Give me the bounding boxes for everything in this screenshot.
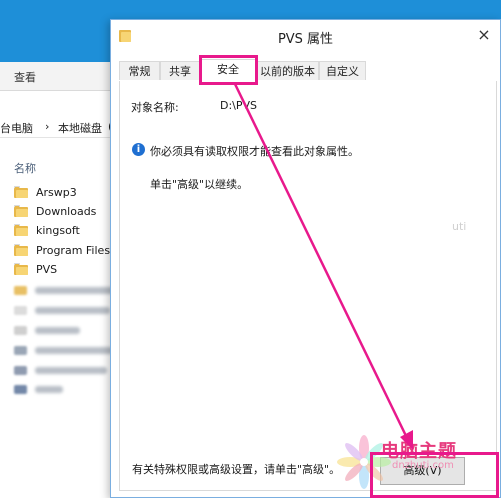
blurred-folder-icon: [14, 285, 27, 295]
highlight-security-tab: [199, 55, 258, 85]
blurred-list-item[interactable]: [14, 345, 113, 355]
folder-icon: [14, 263, 28, 275]
breadcrumb-this-pc[interactable]: 台电脑: [0, 120, 33, 136]
close-icon[interactable]: ×: [476, 27, 492, 43]
folder-name: kingsoft: [36, 224, 80, 237]
dialog-titlebar[interactable]: PVS 属性 ×: [111, 20, 500, 53]
tab-previous-versions[interactable]: 以前的版本: [256, 61, 319, 80]
blurred-icon: [14, 345, 27, 355]
object-name-label: 对象名称:: [131, 101, 179, 114]
blurred-text: [35, 326, 80, 334]
highlight-advanced-button: [370, 452, 499, 498]
folder-name: PVS: [36, 263, 58, 276]
blurred-text: [35, 286, 115, 294]
blurred-icon: [14, 384, 27, 394]
list-item-folder-selected[interactable]: PVS: [14, 260, 124, 279]
object-name-value: D:\PVS: [220, 99, 258, 112]
tab-customize[interactable]: 自定义: [319, 61, 366, 80]
folder-name: Downloads: [36, 205, 97, 218]
blurred-icon: [14, 305, 27, 315]
blurred-text: [35, 306, 110, 314]
folder-name: Program Files: [36, 244, 111, 257]
list-item-folder[interactable]: kingsoft: [14, 221, 124, 240]
tab-strip: 常规 共享 安全 以前的版本 自定义: [119, 59, 497, 82]
breadcrumb-separator: ›: [45, 120, 50, 133]
blurred-list-item[interactable]: [14, 365, 107, 375]
folder-icon: [14, 205, 28, 217]
column-header-name[interactable]: 名称: [14, 160, 36, 176]
list-item-folder[interactable]: Program Files: [14, 241, 124, 260]
folder-icon: [14, 186, 28, 198]
info-icon: i: [132, 143, 145, 156]
breadcrumb-local-disk[interactable]: 本地磁盘: [58, 120, 102, 136]
tab-sharing[interactable]: 共享: [160, 61, 200, 80]
blurred-list-item[interactable]: [14, 325, 80, 335]
blurred-icon: [14, 365, 27, 375]
permission-message: 你必须具有读取权限才能查看此对象属性。: [150, 145, 359, 158]
ribbon-tab-view[interactable]: 查看: [14, 69, 36, 85]
blurred-list-item[interactable]: [14, 305, 110, 315]
blurred-icon: [14, 325, 27, 335]
blurred-list-item[interactable]: [14, 285, 115, 295]
list-item-folder[interactable]: Downloads: [14, 202, 124, 221]
folder-icon: [14, 224, 28, 236]
watermark-faint: uti: [452, 220, 467, 233]
blurred-text: [35, 346, 113, 354]
continue-hint: 单击"高级"以继续。: [150, 178, 249, 191]
blurred-text: [35, 385, 63, 393]
tab-general[interactable]: 常规: [119, 61, 160, 80]
footer-hint: 有关特殊权限或高级设置，请单击"高级"。: [132, 463, 341, 476]
blurred-text: [35, 366, 107, 374]
folder-name: Arswp3: [36, 186, 77, 199]
dialog-title: PVS 属性: [277, 32, 334, 47]
blurred-list-item[interactable]: [14, 384, 63, 394]
list-item-folder[interactable]: Arswp3: [14, 183, 124, 202]
folder-icon: [14, 244, 28, 256]
